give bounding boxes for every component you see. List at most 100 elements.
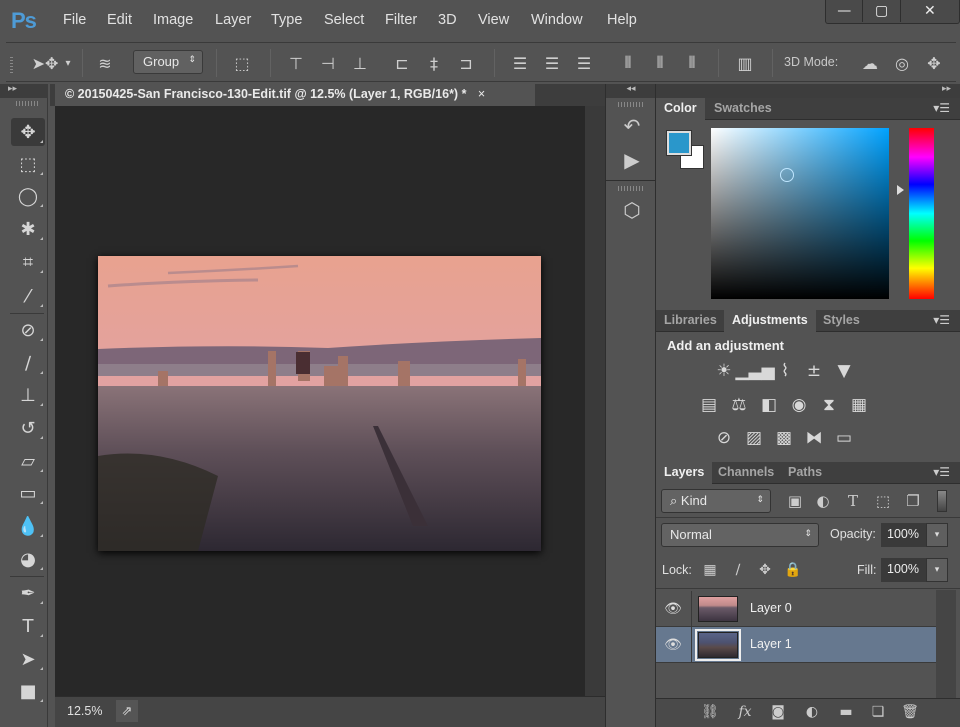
channel-mixer-icon[interactable]: ⧗: [818, 395, 840, 415]
filter-smart-objects-icon[interactable]: ❐: [903, 491, 923, 511]
marquee-tool[interactable]: ⬚: [11, 150, 45, 178]
align-horizontal-center-icon[interactable]: ‡: [424, 53, 444, 73]
tab-layers[interactable]: Layers: [656, 462, 713, 484]
rectangle-tool[interactable]: ■: [11, 677, 45, 705]
menu-edit[interactable]: Edit: [107, 12, 132, 28]
menu-type[interactable]: Type: [271, 12, 302, 28]
document-image[interactable]: [98, 256, 541, 551]
magic-wand-tool[interactable]: ✱: [11, 215, 45, 243]
toolbar-grip[interactable]: [16, 101, 40, 106]
photo-filter-icon[interactable]: ◉: [788, 395, 810, 415]
layer-row[interactable]: 👁 Layer 0: [656, 591, 936, 627]
gradient-map-icon[interactable]: ▭: [833, 428, 855, 448]
levels-icon[interactable]: ▁▃▅: [735, 361, 774, 381]
align-top-icon[interactable]: ⊤: [286, 53, 306, 73]
panels-collapse-button[interactable]: ▸▸: [656, 84, 960, 98]
menu-3d[interactable]: 3D: [438, 12, 457, 28]
auto-align-layers-icon[interactable]: ▥: [734, 53, 756, 73]
menu-file[interactable]: File: [63, 12, 86, 28]
close-button[interactable]: ✕: [901, 0, 959, 22]
filter-toggle-switch[interactable]: [937, 490, 947, 512]
color-picker-handle[interactable]: [780, 168, 794, 182]
options-grip[interactable]: [10, 55, 13, 73]
curves-icon[interactable]: ⌇: [774, 361, 796, 381]
hue-slider[interactable]: [909, 128, 934, 299]
panel-menu-icon[interactable]: ▾☰: [933, 101, 950, 115]
3d-drag-icon[interactable]: ✥: [922, 53, 946, 73]
history-panel-icon[interactable]: ↶: [618, 112, 646, 140]
zoom-level-field[interactable]: 12.5%: [67, 704, 102, 718]
lock-transparent-pixels-icon[interactable]: ▦: [701, 561, 719, 579]
lasso-tool[interactable]: ◯: [11, 182, 45, 210]
auto-select-target-select[interactable]: Group ⇕: [133, 50, 203, 74]
color-lookup-icon[interactable]: ▦: [848, 395, 870, 415]
panel-menu-icon[interactable]: ▾☰: [933, 465, 950, 479]
lock-all-icon[interactable]: 🔒: [784, 561, 802, 579]
eraser-tool[interactable]: ▱: [11, 447, 45, 475]
dock-expand-button[interactable]: ◂◂: [606, 84, 656, 98]
lock-image-pixels-icon[interactable]: ∕: [729, 561, 747, 579]
3d-panel-icon[interactable]: ⬡: [618, 196, 646, 224]
hue-slider-handle[interactable]: [897, 185, 904, 195]
3d-orbit-icon[interactable]: ☁: [858, 53, 882, 73]
add-layer-mask-icon[interactable]: ◙: [768, 702, 788, 722]
distribute-top-icon[interactable]: ☰: [510, 53, 530, 73]
layer-thumbnail[interactable]: [698, 596, 738, 622]
menu-filter[interactable]: Filter: [385, 12, 417, 28]
dock-grip[interactable]: [618, 102, 644, 107]
minimize-button[interactable]: —: [826, 0, 864, 22]
brightness-contrast-icon[interactable]: ☀: [713, 361, 735, 381]
layer-style-fx-icon[interactable]: fx: [735, 702, 755, 722]
menu-window[interactable]: Window: [531, 12, 583, 28]
dock-grip-2[interactable]: [618, 186, 644, 191]
tab-paths[interactable]: Paths: [780, 462, 830, 484]
distribute-vertical-center-icon[interactable]: ☰: [542, 53, 562, 73]
brush-tool[interactable]: ∕: [11, 349, 45, 377]
color-spectrum-field[interactable]: [711, 128, 889, 299]
delete-layer-trash-icon[interactable]: 🗑: [900, 702, 920, 722]
blur-tool[interactable]: 💧: [11, 512, 45, 540]
menu-image[interactable]: Image: [153, 12, 193, 28]
move-tool[interactable]: ✥: [11, 118, 45, 146]
move-tool-icon[interactable]: ➤✥: [32, 53, 59, 73]
menu-view[interactable]: View: [478, 12, 509, 28]
tab-libraries[interactable]: Libraries: [656, 310, 725, 332]
crop-tool[interactable]: ⌗: [11, 248, 45, 276]
maximize-button[interactable]: ▢: [863, 0, 901, 22]
layer-filter-kind-select[interactable]: ⌕ Kind ⇕: [661, 489, 771, 513]
gradient-tool[interactable]: ▭: [11, 479, 45, 507]
visibility-toggle[interactable]: 👁: [656, 627, 692, 663]
tool-preset-dropdown-icon[interactable]: ▾: [62, 53, 74, 73]
layer-thumbnail[interactable]: [695, 629, 741, 661]
align-bottom-icon[interactable]: ⊥: [350, 53, 370, 73]
menu-select[interactable]: Select: [324, 12, 364, 28]
tab-adjustments[interactable]: Adjustments: [724, 310, 816, 332]
close-document-icon[interactable]: ×: [478, 87, 485, 101]
opacity-dropdown-button[interactable]: ▾: [926, 523, 948, 547]
layer-row[interactable]: 👁 Layer 1: [656, 627, 936, 663]
hue-saturation-icon[interactable]: ▤: [698, 395, 720, 415]
history-brush-tool[interactable]: ↺: [11, 414, 45, 442]
align-vertical-center-icon[interactable]: ⊣: [318, 53, 338, 73]
auto-select-layers-icon[interactable]: ≋: [93, 53, 117, 73]
color-balance-icon[interactable]: ⚖: [728, 395, 750, 415]
align-right-icon[interactable]: ⊐: [456, 53, 476, 73]
filter-pixel-layers-icon[interactable]: ▣: [785, 491, 805, 511]
opacity-input[interactable]: 100%: [881, 523, 926, 547]
black-white-icon[interactable]: ◧: [758, 395, 780, 415]
distribute-left-icon[interactable]: ⫴: [618, 53, 638, 73]
visibility-toggle[interactable]: 👁: [656, 591, 692, 627]
tab-swatches[interactable]: Swatches: [706, 98, 780, 120]
link-layers-icon[interactable]: ⛓: [700, 702, 720, 722]
lock-position-icon[interactable]: ✥: [756, 561, 774, 579]
posterize-icon[interactable]: ▨: [743, 428, 765, 448]
selective-color-icon[interactable]: ⧓: [803, 428, 825, 448]
pen-tool[interactable]: ✒: [11, 579, 45, 607]
actions-panel-icon[interactable]: ▶: [618, 146, 646, 174]
distribute-horizontal-center-icon[interactable]: ⫴: [650, 53, 670, 73]
align-left-icon[interactable]: ⊏: [392, 53, 412, 73]
vertical-scrollbar[interactable]: [585, 106, 605, 696]
3d-roll-icon[interactable]: ◎: [890, 53, 914, 73]
tab-color[interactable]: Color: [656, 98, 705, 120]
panel-menu-icon[interactable]: ▾☰: [933, 313, 950, 327]
